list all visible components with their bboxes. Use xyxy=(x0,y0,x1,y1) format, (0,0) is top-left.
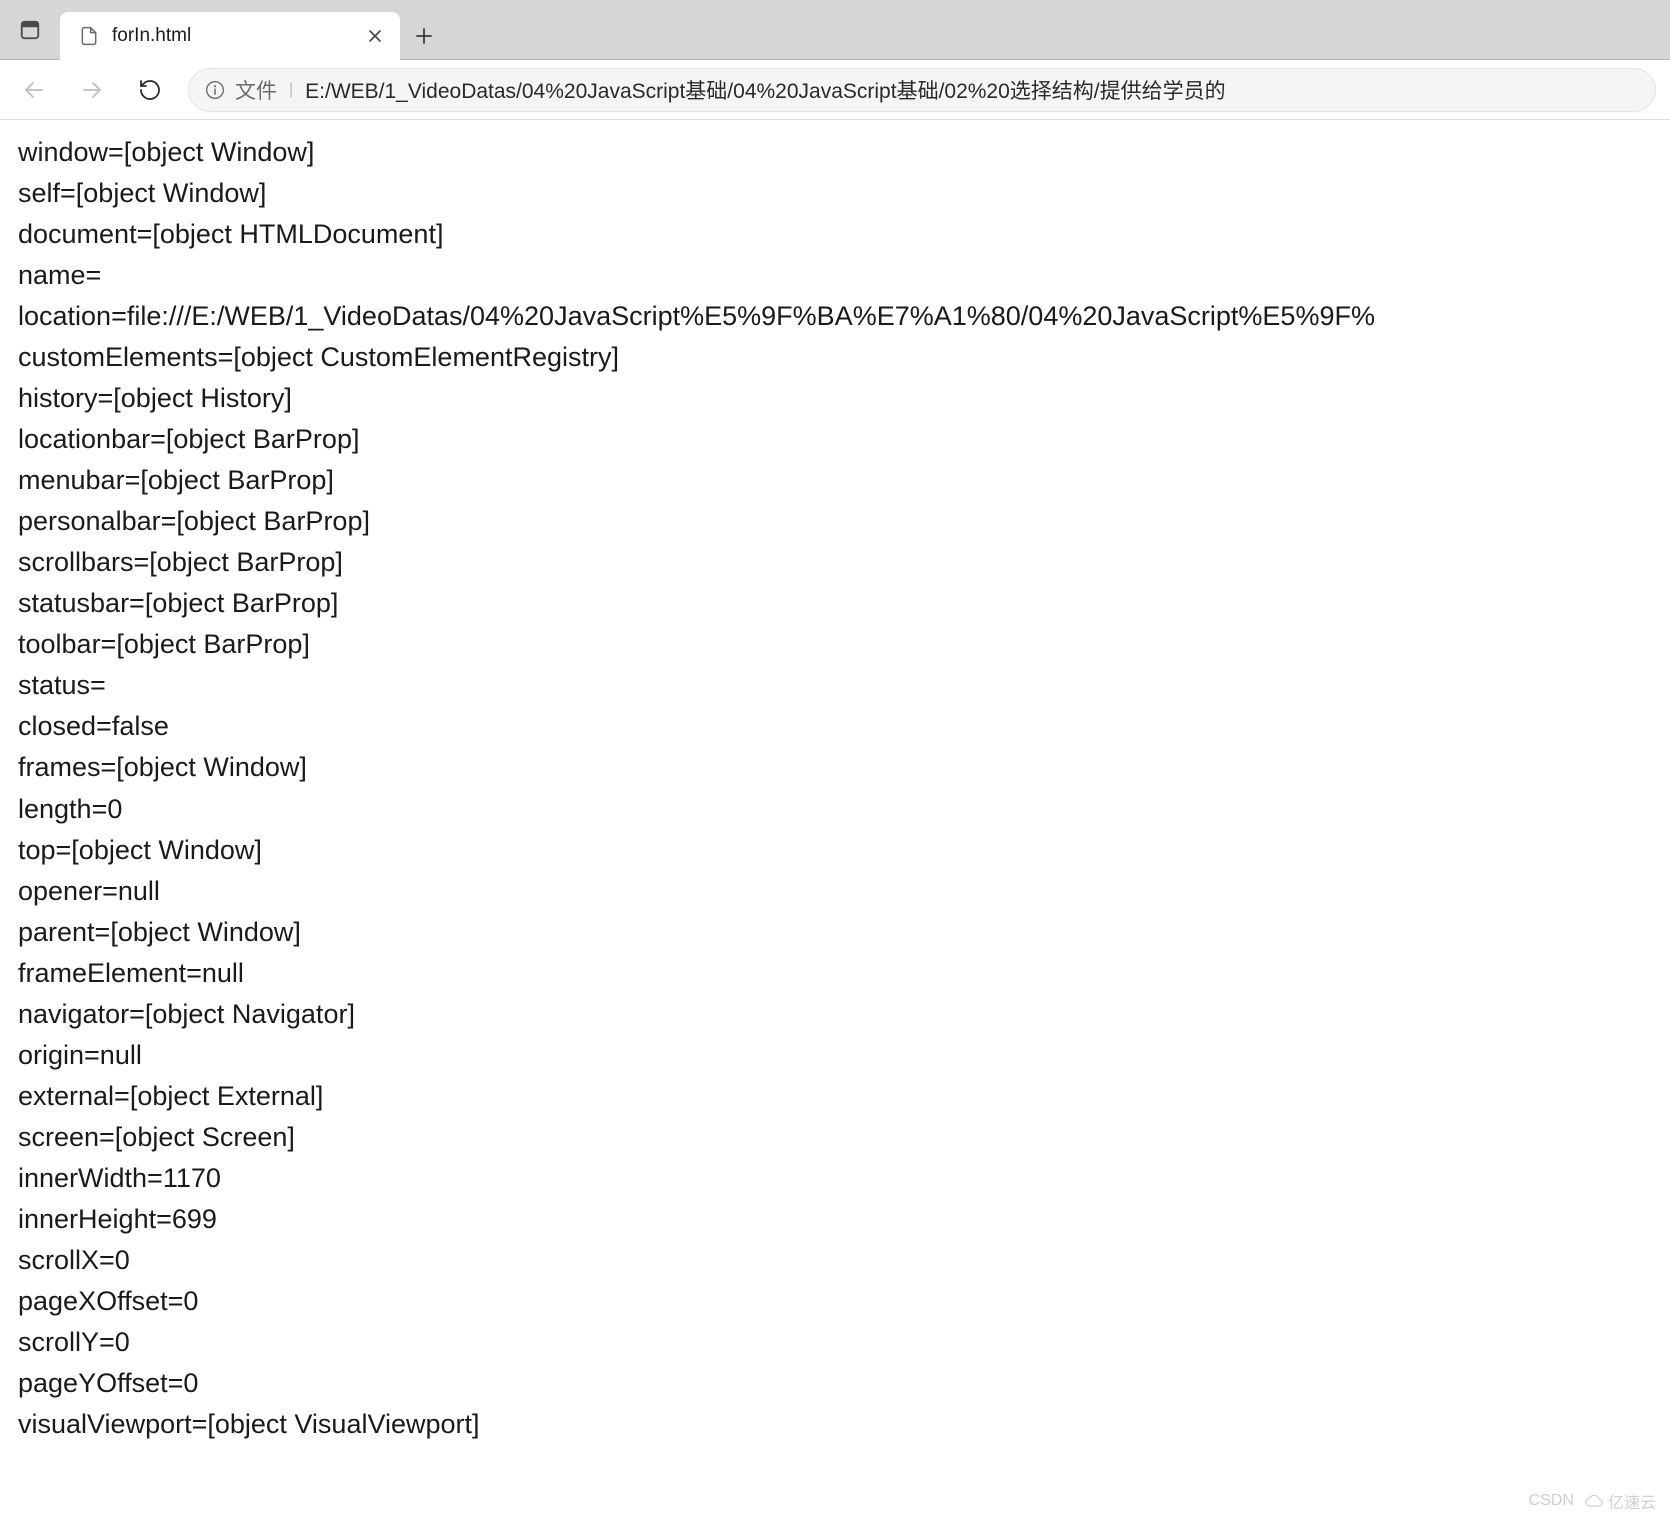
output-line: customElements=[object CustomElementRegi… xyxy=(18,337,1652,378)
output-line: length=0 xyxy=(18,789,1652,830)
tab-overview-icon xyxy=(19,19,41,41)
arrow-left-icon xyxy=(22,78,46,102)
tab-area: forIn.html xyxy=(0,0,448,59)
arrow-right-icon xyxy=(80,78,104,102)
close-icon xyxy=(367,28,383,44)
output-line: external=[object External] xyxy=(18,1076,1652,1117)
output-line: self=[object Window] xyxy=(18,173,1652,214)
output-line: innerHeight=699 xyxy=(18,1199,1652,1240)
output-line: navigator=[object Navigator] xyxy=(18,994,1652,1035)
info-icon xyxy=(205,80,225,100)
plus-icon xyxy=(414,26,434,46)
output-line: frameElement=null xyxy=(18,953,1652,994)
separator: | xyxy=(289,81,293,99)
output-line: visualViewport=[object VisualViewport] xyxy=(18,1404,1652,1445)
output-line: origin=null xyxy=(18,1035,1652,1076)
output-line: window=[object Window] xyxy=(18,132,1652,173)
site-info[interactable]: 文件 xyxy=(205,75,277,105)
back-button[interactable] xyxy=(14,70,54,110)
output-line: top=[object Window] xyxy=(18,830,1652,871)
watermark: CSDN 亿速云 xyxy=(1529,1489,1656,1513)
output-line: name= xyxy=(18,255,1652,296)
browser-titlebar: forIn.html xyxy=(0,0,1670,60)
page-content: window=[object Window]self=[object Windo… xyxy=(0,120,1670,1457)
output-line: opener=null xyxy=(18,871,1652,912)
file-icon xyxy=(78,25,100,47)
tab-overview-button[interactable] xyxy=(0,0,60,59)
forward-button[interactable] xyxy=(72,70,112,110)
output-line: toolbar=[object BarProp] xyxy=(18,624,1652,665)
reload-icon xyxy=(138,78,162,102)
output-line: parent=[object Window] xyxy=(18,912,1652,953)
url-text: E:/WEB/1_VideoDatas/04%20JavaScript基础/04… xyxy=(305,75,1225,105)
output-line: location=file:///E:/WEB/1_VideoDatas/04%… xyxy=(18,296,1652,337)
tab-title: forIn.html xyxy=(112,25,352,47)
output-line: status= xyxy=(18,665,1652,706)
watermark-yiyun: 亿速云 xyxy=(1584,1489,1656,1513)
output-line: scrollX=0 xyxy=(18,1240,1652,1281)
new-tab-button[interactable] xyxy=(400,12,448,59)
output-line: personalbar=[object BarProp] xyxy=(18,501,1652,542)
output-line: scrollbars=[object BarProp] xyxy=(18,542,1652,583)
output-line: document=[object HTMLDocument] xyxy=(18,214,1652,255)
cloud-icon xyxy=(1584,1494,1604,1508)
output-line: pageXOffset=0 xyxy=(18,1281,1652,1322)
output-line: screen=[object Screen] xyxy=(18,1117,1652,1158)
output-line: frames=[object Window] xyxy=(18,747,1652,788)
source-label: 文件 xyxy=(235,75,277,105)
address-bar[interactable]: 文件 | E:/WEB/1_VideoDatas/04%20JavaScript… xyxy=(188,68,1656,112)
output-line: innerWidth=1170 xyxy=(18,1158,1652,1199)
output-line: pageYOffset=0 xyxy=(18,1363,1652,1404)
browser-toolbar: 文件 | E:/WEB/1_VideoDatas/04%20JavaScript… xyxy=(0,60,1670,120)
output-line: closed=false xyxy=(18,706,1652,747)
output-line: menubar=[object BarProp] xyxy=(18,460,1652,501)
reload-button[interactable] xyxy=(130,70,170,110)
output-line: scrollY=0 xyxy=(18,1322,1652,1363)
output-line: statusbar=[object BarProp] xyxy=(18,583,1652,624)
output-line: locationbar=[object BarProp] xyxy=(18,419,1652,460)
close-tab-button[interactable] xyxy=(364,25,386,47)
watermark-csdn: CSDN xyxy=(1529,1492,1574,1510)
output-line: history=[object History] xyxy=(18,378,1652,419)
browser-tab-active[interactable]: forIn.html xyxy=(60,12,400,60)
